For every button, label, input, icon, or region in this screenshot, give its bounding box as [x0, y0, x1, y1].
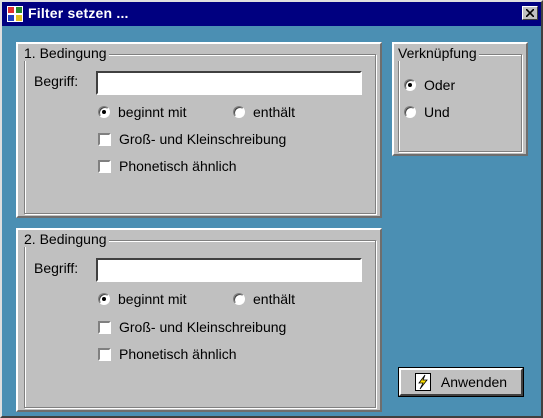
close-button[interactable]: [522, 6, 538, 20]
radio-unselected: [404, 106, 416, 118]
checkbox-unchecked: [98, 159, 111, 173]
window-title: Filter setzen ...: [28, 5, 129, 21]
radio-unselected: [233, 106, 245, 118]
condition1-term-label: Begriff:: [34, 73, 79, 89]
condition1-case-checkbox[interactable]: Groß- und Kleinschreibung: [98, 131, 286, 147]
condition1-starts-with-label: beginnt mit: [118, 104, 187, 120]
condition1-phonetic-label: Phonetisch ähnlich: [119, 158, 237, 174]
radio-selected: [98, 106, 110, 118]
condition2-term-label: Begriff:: [34, 260, 79, 276]
close-icon: [526, 9, 534, 17]
radio-unselected: [233, 293, 245, 305]
condition1-case-label: Groß- und Kleinschreibung: [119, 131, 287, 147]
condition1-legend: 1. Bedingung: [23, 45, 109, 61]
radio-selected: [404, 79, 416, 91]
lightning-icon: [414, 373, 431, 391]
condition2-contains-label: enthält: [253, 291, 296, 307]
link-panel: Verknüpfung Oder Und: [392, 42, 528, 156]
link-group: Verknüpfung: [397, 45, 522, 152]
filter-dialog: Filter setzen ... 1. Bedingung Begriff: …: [0, 0, 543, 418]
app-icon: [7, 6, 23, 22]
link-or-radio[interactable]: Oder: [404, 77, 455, 93]
condition2-starts-with-label: beginnt mit: [118, 291, 187, 307]
condition2-term-input[interactable]: [96, 258, 362, 282]
apply-button[interactable]: Anwenden: [399, 368, 523, 396]
title-bar[interactable]: Filter setzen ...: [2, 2, 541, 26]
condition2-starts-with-radio[interactable]: beginnt mit: [98, 291, 186, 307]
checkbox-unchecked: [98, 320, 111, 334]
radio-selected: [98, 293, 110, 305]
condition1-contains-label: enthält: [253, 104, 296, 120]
dialog-body: 1. Bedingung Begriff: beginnt mit enthäl…: [5, 28, 538, 413]
condition2-case-label: Groß- und Kleinschreibung: [119, 319, 287, 335]
condition2-legend: 2. Bedingung: [23, 231, 109, 247]
condition1-panel: 1. Bedingung Begriff: beginnt mit enthäl…: [16, 42, 382, 218]
apply-label: Anwenden: [440, 374, 508, 390]
condition2-case-checkbox[interactable]: Groß- und Kleinschreibung: [98, 319, 286, 335]
condition2-panel: 2. Bedingung Begriff: beginnt mit enthäl…: [16, 228, 382, 412]
checkbox-unchecked: [98, 132, 111, 146]
condition1-term-input[interactable]: [96, 71, 362, 95]
condition1-starts-with-radio[interactable]: beginnt mit: [98, 104, 186, 120]
condition2-phonetic-checkbox[interactable]: Phonetisch ähnlich: [98, 346, 237, 362]
link-legend: Verknüpfung: [397, 45, 479, 61]
condition1-phonetic-checkbox[interactable]: Phonetisch ähnlich: [98, 158, 237, 174]
condition2-phonetic-label: Phonetisch ähnlich: [119, 346, 237, 362]
link-and-radio[interactable]: Und: [404, 104, 450, 120]
condition2-contains-radio[interactable]: enthält: [233, 291, 295, 307]
link-and-label: Und: [424, 104, 450, 120]
link-or-label: Oder: [424, 77, 456, 93]
checkbox-unchecked: [98, 347, 111, 361]
condition1-contains-radio[interactable]: enthält: [233, 104, 295, 120]
